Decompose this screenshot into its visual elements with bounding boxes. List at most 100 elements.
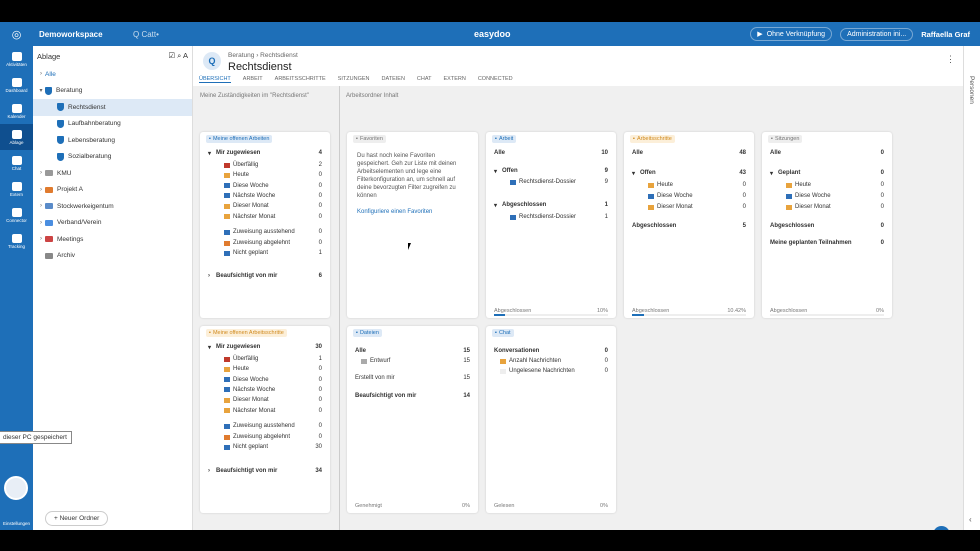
breadcrumb-item[interactable]: Rechtsdienst [260, 52, 298, 59]
user-menu[interactable]: Raffaella Graf [921, 30, 970, 39]
nav-item-extern[interactable]: Extern [0, 176, 33, 202]
stat-row[interactable]: Erstellt von mir 15 [355, 373, 470, 383]
stat-row[interactable]: Nicht geplant 30 [224, 442, 322, 452]
admin-menu-button[interactable]: Administration ini... [840, 27, 914, 41]
card-title[interactable]: ▪ Meine offenen Arbeitsschritte [206, 329, 287, 337]
card-title[interactable]: ▪ Arbeit [492, 135, 517, 143]
stat-row[interactable]: ▾ Mir zugewiesen 4 [208, 148, 322, 158]
card-title[interactable]: ▪ Chat [492, 329, 514, 337]
nav-item-aktivitäten[interactable]: Aktivitäten [0, 46, 33, 72]
tab-dateien[interactable]: DATEIEN [381, 76, 404, 83]
breadcrumb-item[interactable]: Beratung [228, 52, 254, 59]
settings-fab-button[interactable] [933, 526, 950, 530]
tree-item[interactable]: ▾ Beratung [33, 83, 192, 100]
stat-row[interactable]: Dieser Monat 0 [224, 395, 322, 405]
tree-toolbar-icons[interactable]: ☑ ⌕ A [168, 51, 188, 61]
stat-row[interactable]: › Beaufsichtigt von mir 6 [208, 271, 322, 281]
tab-arbeit[interactable]: ARBEIT [243, 76, 263, 83]
stat-row[interactable]: Diese Woche 0 [648, 191, 746, 201]
tree-item[interactable]: Archiv [33, 248, 192, 265]
stat-row[interactable]: Anzahl Nachrichten 0 [500, 356, 608, 366]
stat-row[interactable]: Heute 0 [224, 364, 322, 374]
stat-row[interactable]: Überfällig 1 [224, 354, 322, 364]
collapse-chevron-icon[interactable]: ‹ [969, 515, 972, 524]
tab-connected[interactable]: CONNECTED [478, 76, 513, 83]
breadcrumb[interactable]: Beratung › Rechtsdienst [228, 52, 298, 59]
tree-item[interactable]: › Verband/Verein [33, 215, 192, 232]
tree-item[interactable]: Laufbahnberatung [33, 116, 192, 133]
tab-chat[interactable]: CHAT [417, 76, 432, 83]
stat-row[interactable]: ▾ Offen 9 [494, 166, 608, 176]
tab-sitzungen[interactable]: SITZUNGEN [338, 76, 370, 83]
stat-row[interactable]: Zuweisung abgelehnt 0 [224, 432, 322, 442]
tree-item[interactable]: › Meetings [33, 231, 192, 248]
settings-nav-item[interactable]: Einstellungen [0, 521, 33, 526]
tree-item[interactable]: › Stockwerkeigentum [33, 198, 192, 215]
stat-row[interactable]: Dieser Monat 0 [648, 202, 746, 212]
stat-row[interactable]: Alle 48 [632, 148, 746, 158]
avatar[interactable] [4, 476, 28, 500]
stat-row[interactable]: Nicht geplant 1 [224, 248, 322, 258]
app-logo-icon[interactable]: ◎ [0, 28, 33, 41]
stat-row[interactable]: Zuweisung ausstehend 0 [224, 227, 322, 237]
stat-row[interactable]: Diese Woche 0 [224, 375, 322, 385]
configure-favorite-link[interactable]: Konfiguriere einen Favoriten [357, 209, 432, 215]
more-menu-icon[interactable]: ⋮ [946, 54, 955, 65]
workspace-switcher[interactable]: Demoworkspace [39, 30, 133, 39]
card-title[interactable]: ▪ Favoriten [353, 135, 386, 143]
stat-row[interactable]: Überfällig 2 [224, 160, 322, 170]
stat-row[interactable]: Alle 0 [770, 148, 884, 158]
stat-row[interactable]: Meine geplanten Teilnahmen 0 [770, 238, 884, 248]
tree-item[interactable]: Lebensberatung [33, 132, 192, 149]
stat-row[interactable]: ▾ Offen 43 [632, 168, 746, 178]
stat-row[interactable]: Entwurf 15 [361, 356, 470, 366]
card-title[interactable]: ▪ Sitzungen [768, 135, 803, 143]
nav-item-connector[interactable]: Connector [0, 202, 33, 228]
stat-row[interactable]: Diese Woche 0 [786, 191, 884, 201]
tree-item[interactable]: Rechtsdienst [33, 99, 192, 116]
people-panel-tab[interactable]: Personen [968, 76, 975, 104]
stat-row[interactable]: ▾ Mir zugewiesen 30 [208, 342, 322, 352]
nav-item-chat[interactable]: Chat [0, 150, 33, 176]
stat-row[interactable]: Alle 15 [355, 346, 470, 356]
tree-item-all[interactable]: › Alle [33, 66, 192, 83]
tab-übersicht[interactable]: ÜBERSICHT [199, 76, 231, 83]
stat-row[interactable]: Abgeschlossen 5 [632, 221, 746, 231]
stat-row[interactable]: Heute 0 [786, 180, 884, 190]
stat-row[interactable]: Rechtsdienst-Dossier 1 [510, 212, 608, 222]
card-title[interactable]: ▪ Meine offenen Arbeiten [206, 135, 273, 143]
stat-row[interactable]: Rechtsdienst-Dossier 9 [510, 177, 608, 187]
stat-row[interactable]: Nächste Woche 0 [224, 191, 322, 201]
stat-row[interactable]: ▾ Abgeschlossen 1 [494, 200, 608, 210]
global-search-input[interactable]: Q Catt• [133, 30, 253, 39]
stat-row[interactable]: › Beaufsichtigt von mir 34 [208, 466, 322, 476]
tab-extern[interactable]: EXTERN [444, 76, 466, 83]
tab-arbeitsschritte[interactable]: ARBEITSSCHRITTE [275, 76, 326, 83]
stat-row[interactable]: Nächste Woche 0 [224, 385, 322, 395]
stat-row[interactable]: Diese Woche 0 [224, 181, 322, 191]
card-title[interactable]: ▪ Arbeitsschritte [630, 135, 675, 143]
stat-row[interactable]: Beaufsichtigt von mir 14 [355, 391, 470, 401]
stat-row[interactable]: Dieser Monat 0 [786, 202, 884, 212]
stat-row[interactable]: ▾ Geplant 0 [770, 168, 884, 178]
stat-row[interactable]: Abgeschlossen 0 [770, 221, 884, 231]
stat-row[interactable]: Ungelesene Nachrichten 0 [500, 366, 608, 376]
nav-item-ablage[interactable]: Ablage [0, 124, 33, 150]
stat-row[interactable]: Zuweisung ausstehend 0 [224, 421, 322, 431]
new-folder-button[interactable]: + Neuer Ordner [45, 511, 109, 526]
stat-row[interactable]: Alle 10 [494, 148, 608, 158]
nav-item-tracking[interactable]: Tracking [0, 228, 33, 254]
card-title[interactable]: ▪ Dateien [353, 329, 382, 337]
stat-row[interactable]: Nächster Monat 0 [224, 406, 322, 416]
nav-item-kalender[interactable]: Kalender [0, 98, 33, 124]
tree-item[interactable]: › Projekt A [33, 182, 192, 199]
stat-row[interactable]: Konversationen 0 [494, 346, 608, 356]
stat-row[interactable]: Heute 0 [224, 170, 322, 180]
nav-item-dashboard[interactable]: Dashboard [0, 72, 33, 98]
tree-item[interactable]: › KMU [33, 165, 192, 182]
link-toggle-button[interactable]: ▶ Ohne Verknüpfung [750, 27, 833, 41]
stat-row[interactable]: Zuweisung abgelehnt 0 [224, 238, 322, 248]
stat-row[interactable]: Heute 0 [648, 180, 746, 190]
stat-row[interactable]: Dieser Monat 0 [224, 201, 322, 211]
stat-row[interactable]: Nächster Monat 0 [224, 212, 322, 222]
